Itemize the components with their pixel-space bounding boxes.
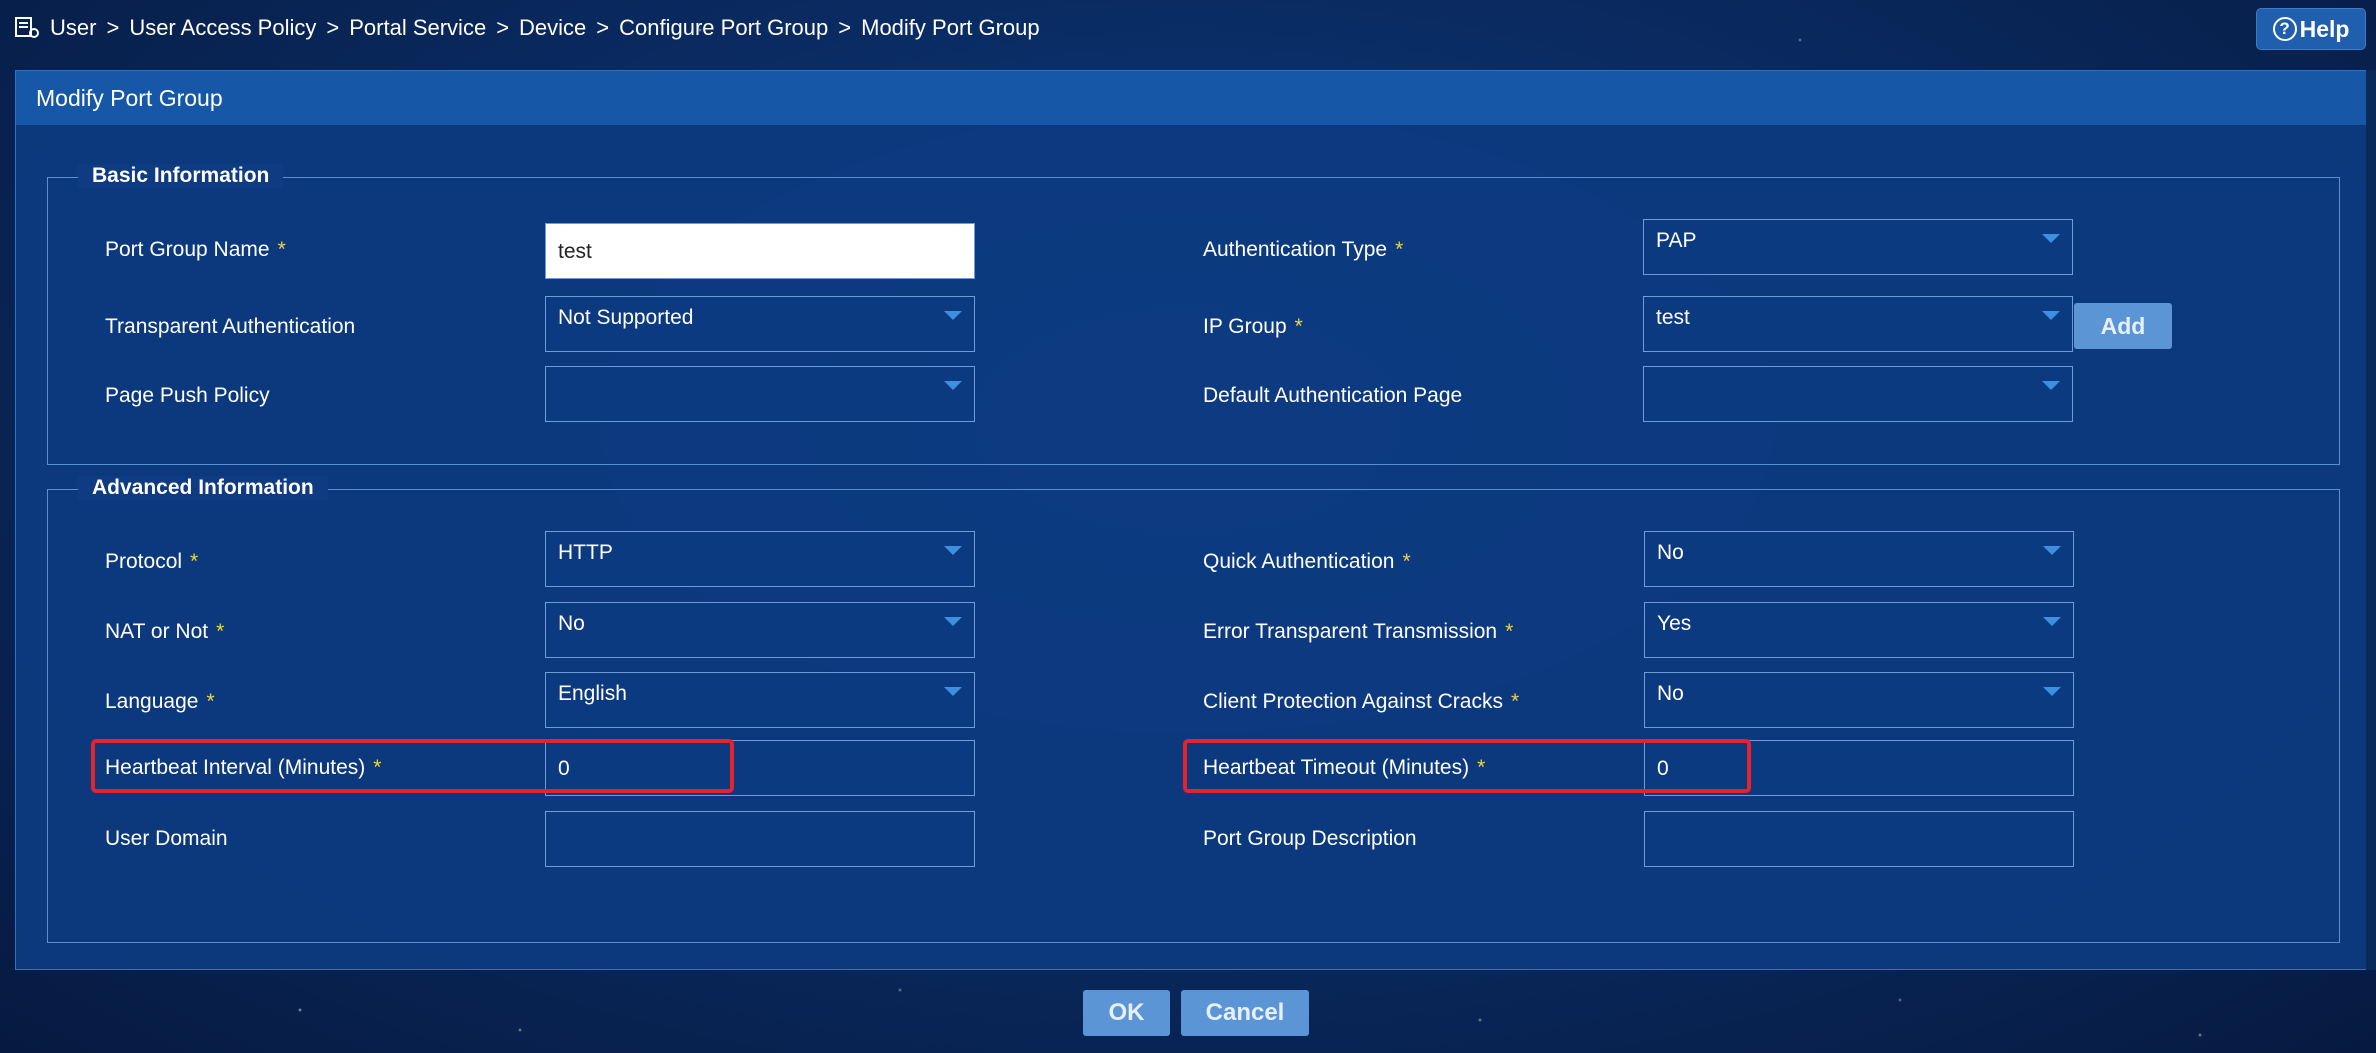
default-authentication-page-label: Default Authentication Page bbox=[1203, 384, 1463, 407]
port-group-name-label: Port Group Name * bbox=[105, 238, 286, 261]
help-label: Help bbox=[2299, 15, 2350, 42]
breadcrumb-user[interactable]: User bbox=[50, 15, 96, 41]
chevron-down-icon bbox=[944, 381, 962, 390]
default-authentication-page-select[interactable] bbox=[1643, 366, 2073, 422]
quick-authentication-label: Quick Authentication * bbox=[1203, 550, 1411, 573]
user-domain-label: User Domain bbox=[105, 827, 228, 850]
ok-button[interactable]: OK bbox=[1083, 990, 1170, 1036]
chevron-down-icon bbox=[2042, 234, 2060, 243]
breadcrumb-separator: > bbox=[496, 15, 510, 40]
breadcrumb-separator: > bbox=[596, 15, 610, 40]
modify-port-group-panel: Modify Port Group Basic Information Port… bbox=[15, 70, 2371, 970]
breadcrumb: User > User Access Policy > Portal Servi… bbox=[14, 10, 1040, 46]
client-protection-select[interactable]: No bbox=[1644, 672, 2074, 728]
protocol-select[interactable]: HTTP bbox=[545, 531, 975, 587]
port-group-description-label: Port Group Description bbox=[1203, 827, 1417, 850]
panel-title: Modify Port Group bbox=[16, 71, 2370, 125]
transparent-authentication-label: Transparent Authentication bbox=[105, 315, 356, 338]
chevron-down-icon bbox=[944, 687, 962, 696]
chevron-down-icon bbox=[2043, 687, 2061, 696]
protocol-label: Protocol * bbox=[105, 550, 199, 573]
heartbeat-interval-label: Heartbeat Interval (Minutes) * bbox=[105, 756, 382, 779]
user-domain-input[interactable] bbox=[545, 811, 975, 867]
chevron-down-icon bbox=[2042, 311, 2060, 320]
heartbeat-timeout-input[interactable]: 0 bbox=[1644, 740, 2074, 796]
client-protection-label: Client Protection Against Cracks * bbox=[1203, 690, 1520, 713]
transparent-authentication-select[interactable]: Not Supported bbox=[545, 296, 975, 352]
error-transparent-transmission-select[interactable]: Yes bbox=[1644, 602, 2074, 658]
language-select[interactable]: English bbox=[545, 672, 975, 728]
cancel-button[interactable]: Cancel bbox=[1181, 990, 1309, 1036]
advanced-information-legend: Advanced Information bbox=[78, 476, 328, 500]
breadcrumb-user-access-policy[interactable]: User Access Policy bbox=[129, 15, 316, 41]
ip-group-select[interactable]: test bbox=[1643, 296, 2073, 352]
error-transparent-transmission-label: Error Transparent Transmission * bbox=[1203, 620, 1514, 643]
nat-select[interactable]: No bbox=[545, 602, 975, 658]
breadcrumb-device[interactable]: Device bbox=[519, 15, 586, 41]
help-button[interactable]: ? Help bbox=[2256, 8, 2366, 50]
chevron-down-icon bbox=[944, 617, 962, 626]
heartbeat-interval-input[interactable]: 0 bbox=[545, 740, 975, 796]
chevron-down-icon bbox=[2043, 617, 2061, 626]
add-ip-group-button[interactable]: Add bbox=[2074, 303, 2172, 349]
authentication-type-label: Authentication Type * bbox=[1203, 238, 1404, 261]
port-group-description-input[interactable] bbox=[1644, 811, 2074, 867]
breadcrumb-separator: > bbox=[838, 15, 852, 40]
vertical-scrollbar[interactable] bbox=[2366, 70, 2376, 970]
heartbeat-timeout-label: Heartbeat Timeout (Minutes) * bbox=[1203, 756, 1486, 779]
chevron-down-icon bbox=[944, 311, 962, 320]
chevron-down-icon bbox=[944, 546, 962, 555]
port-group-name-input[interactable]: test bbox=[545, 223, 975, 279]
quick-authentication-select[interactable]: No bbox=[1644, 531, 2074, 587]
page-push-policy-select[interactable] bbox=[545, 366, 975, 422]
user-config-icon bbox=[14, 15, 40, 41]
question-circle-icon: ? bbox=[2272, 17, 2297, 41]
nat-label: NAT or Not * bbox=[105, 620, 225, 643]
chevron-down-icon bbox=[2043, 546, 2061, 555]
chevron-down-icon bbox=[2042, 381, 2060, 390]
authentication-type-select[interactable]: PAP bbox=[1643, 219, 2073, 275]
basic-information-legend: Basic Information bbox=[78, 164, 284, 188]
ip-group-label: IP Group * bbox=[1203, 315, 1303, 338]
breadcrumb-separator: > bbox=[106, 15, 120, 40]
breadcrumb-portal-service[interactable]: Portal Service bbox=[349, 15, 486, 41]
page-push-policy-label: Page Push Policy bbox=[105, 384, 270, 407]
language-label: Language * bbox=[105, 690, 215, 713]
breadcrumb-modify-port-group: Modify Port Group bbox=[861, 15, 1040, 40]
breadcrumb-configure-port-group[interactable]: Configure Port Group bbox=[619, 15, 828, 41]
breadcrumb-separator: > bbox=[326, 15, 340, 40]
